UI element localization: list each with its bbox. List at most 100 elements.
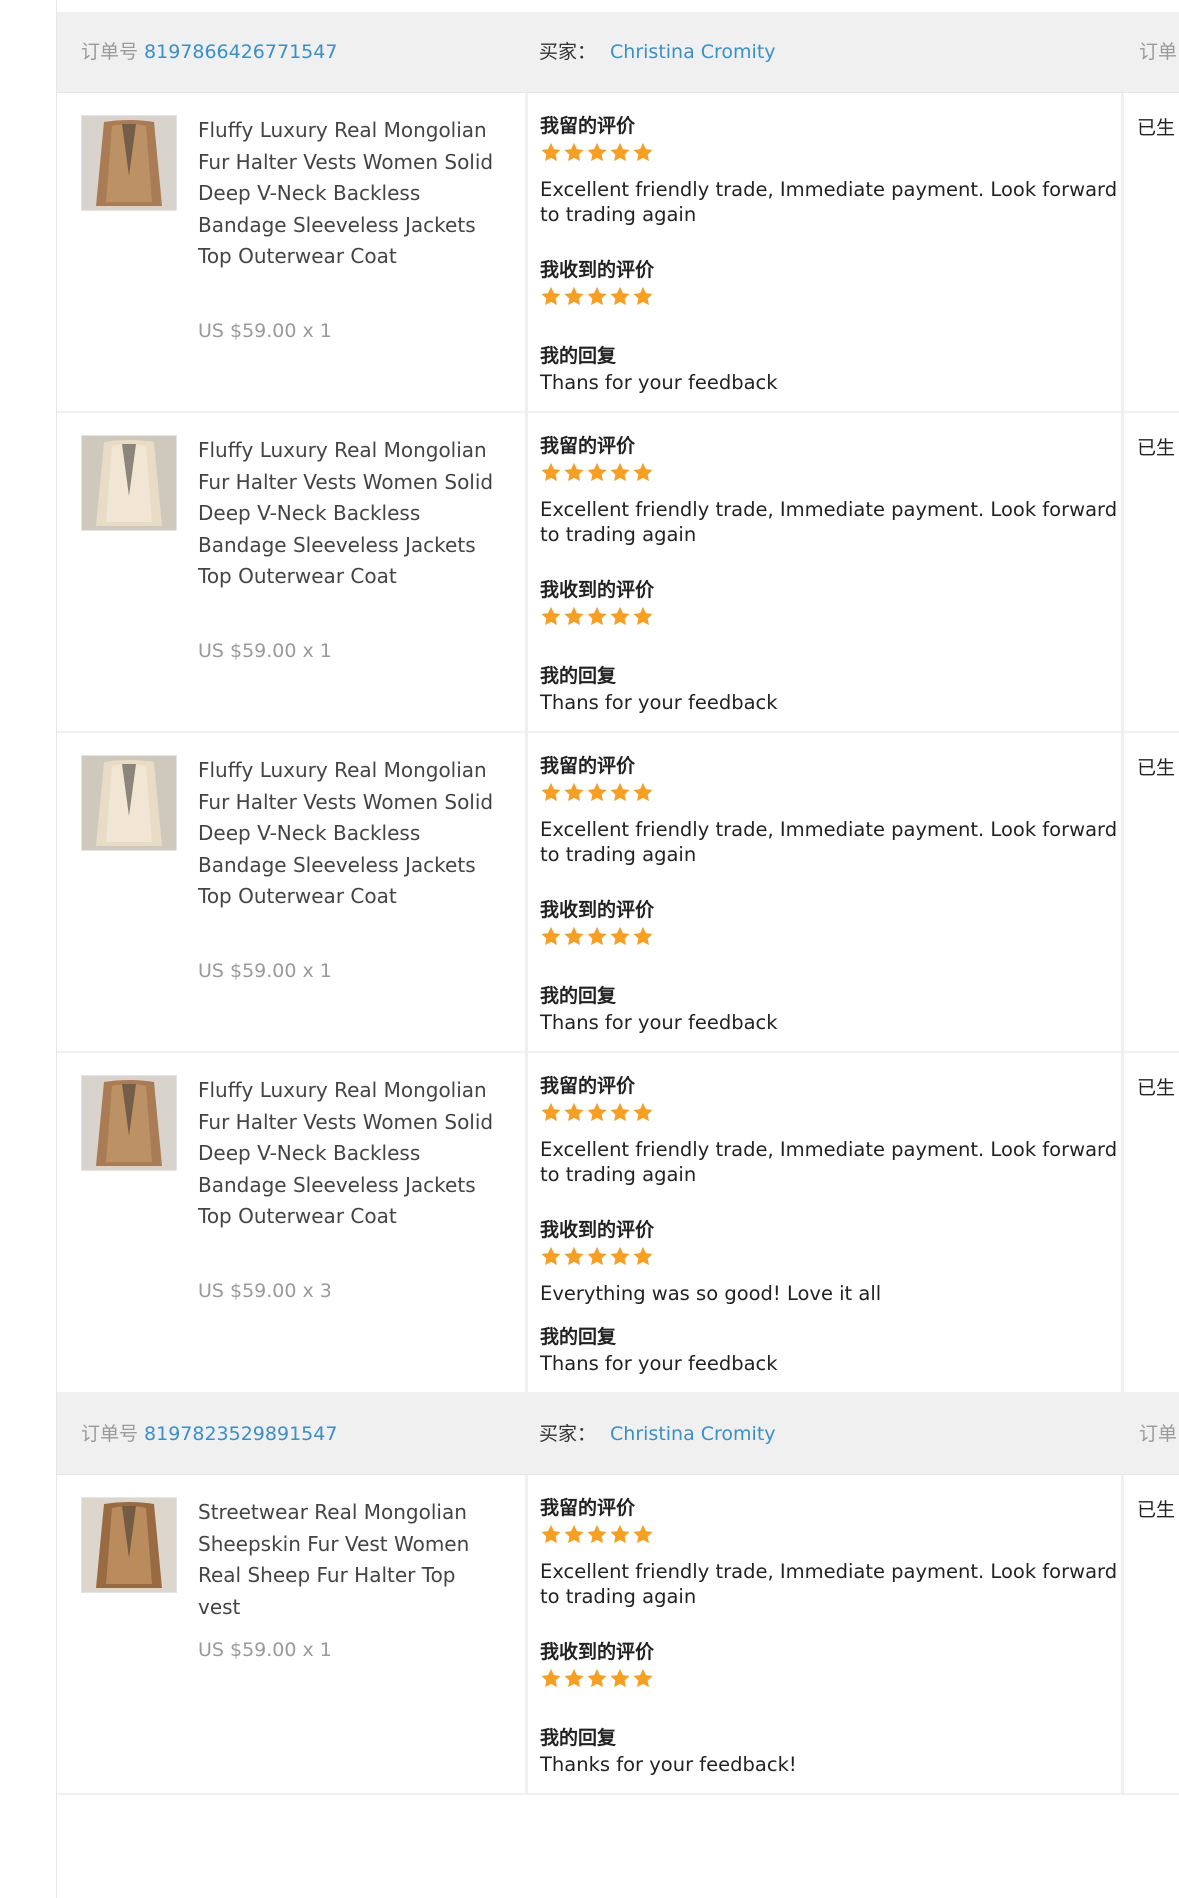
star-icon — [610, 606, 630, 626]
buyer-label: 买家： — [539, 1423, 597, 1445]
received-review-label: 我收到的评价 — [540, 259, 655, 281]
star-icon — [587, 926, 607, 946]
my-reply-label: 我的回复 — [540, 665, 617, 687]
star-icon — [633, 606, 653, 626]
star-icon — [610, 782, 630, 802]
feedback-cell: 我留的评价 Excellent friendly trade, Immediate… — [525, 1053, 1179, 1392]
my-review-block: 我留的评价 Excellent friendly trade, Immediate… — [540, 431, 1140, 547]
my-reply-label: 我的回复 — [540, 1326, 617, 1348]
star-icon — [633, 142, 653, 162]
order-header: 订单号 8197823529891547 买家： Christina Cromity 订… — [57, 1394, 1179, 1475]
product-name-link[interactable]: Fluffy Luxury Real Mongolian Fur Halter … — [198, 115, 498, 273]
star-rating — [540, 1102, 1140, 1123]
star-rating — [540, 1524, 1140, 1545]
order-number-link[interactable]: 8197866426771547 — [144, 41, 337, 63]
star-icon — [610, 926, 630, 946]
my-reply-text: Thans for your feedback — [540, 371, 778, 394]
star-icon — [587, 1524, 607, 1544]
order-item-row: Fluffy Luxury Real Mongolian Fur Halter … — [57, 93, 1179, 413]
star-icon — [541, 782, 561, 802]
star-icon — [633, 1246, 653, 1266]
my-review-label: 我留的评价 — [540, 755, 636, 777]
star-icon — [541, 286, 561, 306]
my-review-block: 我留的评价 Excellent friendly trade, Immediate… — [540, 1071, 1140, 1187]
my-review-text: Excellent friendly trade, Immediate paym… — [540, 1560, 1118, 1608]
received-review-text: Everything was so good! Love it all — [540, 1282, 882, 1305]
star-icon — [541, 1246, 561, 1266]
order-number-link[interactable]: 8197823529891547 — [144, 1423, 337, 1445]
order-number: 订单号 8197866426771547 — [81, 12, 337, 92]
star-icon — [564, 286, 584, 306]
received-review-label: 我收到的评价 — [540, 899, 655, 921]
received-review-block: 我收到的评价 — [540, 575, 1140, 627]
my-review-label: 我留的评价 — [540, 435, 636, 457]
order-number-label: 订单号 — [81, 1423, 139, 1445]
my-review-block: 我留的评价 Excellent friendly trade, Immediate… — [540, 1493, 1140, 1609]
product-image — [82, 756, 176, 850]
my-reply-label: 我的回复 — [540, 345, 617, 367]
my-review-text: Excellent friendly trade, Immediate paym… — [540, 178, 1118, 226]
star-icon — [541, 1102, 561, 1122]
star-icon — [564, 1246, 584, 1266]
received-review-block: 我收到的评价 — [540, 255, 1140, 307]
received-review-block: 我收到的评价 Everything was so good! Love it al… — [540, 1215, 1140, 1306]
my-reply-block: 我的回复 Thans for your feedback — [540, 981, 1140, 1035]
buyer-name-link[interactable]: Christina Cromity — [610, 1423, 776, 1445]
star-icon — [610, 142, 630, 162]
product-thumbnail[interactable] — [81, 1075, 177, 1171]
my-reply-text: Thans for your feedback — [540, 1352, 778, 1375]
star-rating — [540, 606, 1140, 627]
orders-container: 订单号 8197866426771547 买家： Christina Cromity 订… — [57, 0, 1179, 1795]
product-name-link[interactable]: Fluffy Luxury Real Mongolian Fur Halter … — [198, 1075, 498, 1233]
product-thumbnail[interactable] — [81, 1497, 177, 1593]
order-item-row: Streetwear Real Mongolian Sheepskin Fur … — [57, 1475, 1179, 1795]
star-icon — [541, 142, 561, 162]
star-icon — [610, 1524, 630, 1544]
product-name-link[interactable]: Streetwear Real Mongolian Sheepskin Fur … — [198, 1497, 498, 1623]
status-text: 已生 — [1137, 117, 1176, 139]
my-review-label: 我留的评价 — [540, 1075, 636, 1097]
my-reply-block: 我的回复 Thanks for your feedback! — [540, 1723, 1140, 1777]
product-price: US $59.00 x 1 — [198, 1639, 332, 1661]
my-reply-block: 我的回复 Thans for your feedback — [540, 1322, 1140, 1376]
star-icon — [564, 782, 584, 802]
star-icon — [564, 462, 584, 482]
product-cell: Fluffy Luxury Real Mongolian Fur Halter … — [57, 93, 522, 411]
star-icon — [610, 286, 630, 306]
product-thumbnail[interactable] — [81, 755, 177, 851]
my-reply-label: 我的回复 — [540, 1727, 617, 1749]
star-icon — [610, 1668, 630, 1688]
star-icon — [633, 286, 653, 306]
status-cell: 已生 — [1121, 93, 1179, 411]
feedback-cell: 我留的评价 Excellent friendly trade, Immediate… — [525, 1475, 1179, 1793]
star-icon — [633, 1524, 653, 1544]
star-icon — [541, 1668, 561, 1688]
status-text: 已生 — [1137, 757, 1176, 779]
star-icon — [587, 1102, 607, 1122]
feedback-cell: 我留的评价 Excellent friendly trade, Immediate… — [525, 413, 1179, 731]
buyer-name-link[interactable]: Christina Cromity — [610, 41, 776, 63]
product-name-link[interactable]: Fluffy Luxury Real Mongolian Fur Halter … — [198, 435, 498, 593]
star-icon — [633, 926, 653, 946]
star-icon — [633, 782, 653, 802]
product-name-link[interactable]: Fluffy Luxury Real Mongolian Fur Halter … — [198, 755, 498, 913]
product-image — [82, 1498, 176, 1592]
order-column-header: 订单 — [1139, 41, 1178, 63]
status-text: 已生 — [1137, 1499, 1176, 1521]
product-thumbnail[interactable] — [81, 435, 177, 531]
received-review-label: 我收到的评价 — [540, 579, 655, 601]
star-rating — [540, 462, 1140, 483]
product-price: US $59.00 x 3 — [198, 1280, 332, 1302]
buyer-label: 买家： — [539, 41, 597, 63]
my-reply-block: 我的回复 Thans for your feedback — [540, 661, 1140, 715]
star-icon — [541, 926, 561, 946]
order-item-row: Fluffy Luxury Real Mongolian Fur Halter … — [57, 733, 1179, 1053]
status-cell: 已生 — [1121, 1475, 1179, 1793]
my-reply-label: 我的回复 — [540, 985, 617, 1007]
status-cell: 已生 — [1121, 413, 1179, 731]
star-icon — [587, 462, 607, 482]
my-reply-block: 我的回复 Thans for your feedback — [540, 341, 1140, 395]
product-thumbnail[interactable] — [81, 115, 177, 211]
product-cell: Fluffy Luxury Real Mongolian Fur Halter … — [57, 1053, 522, 1392]
star-rating — [540, 142, 1140, 163]
